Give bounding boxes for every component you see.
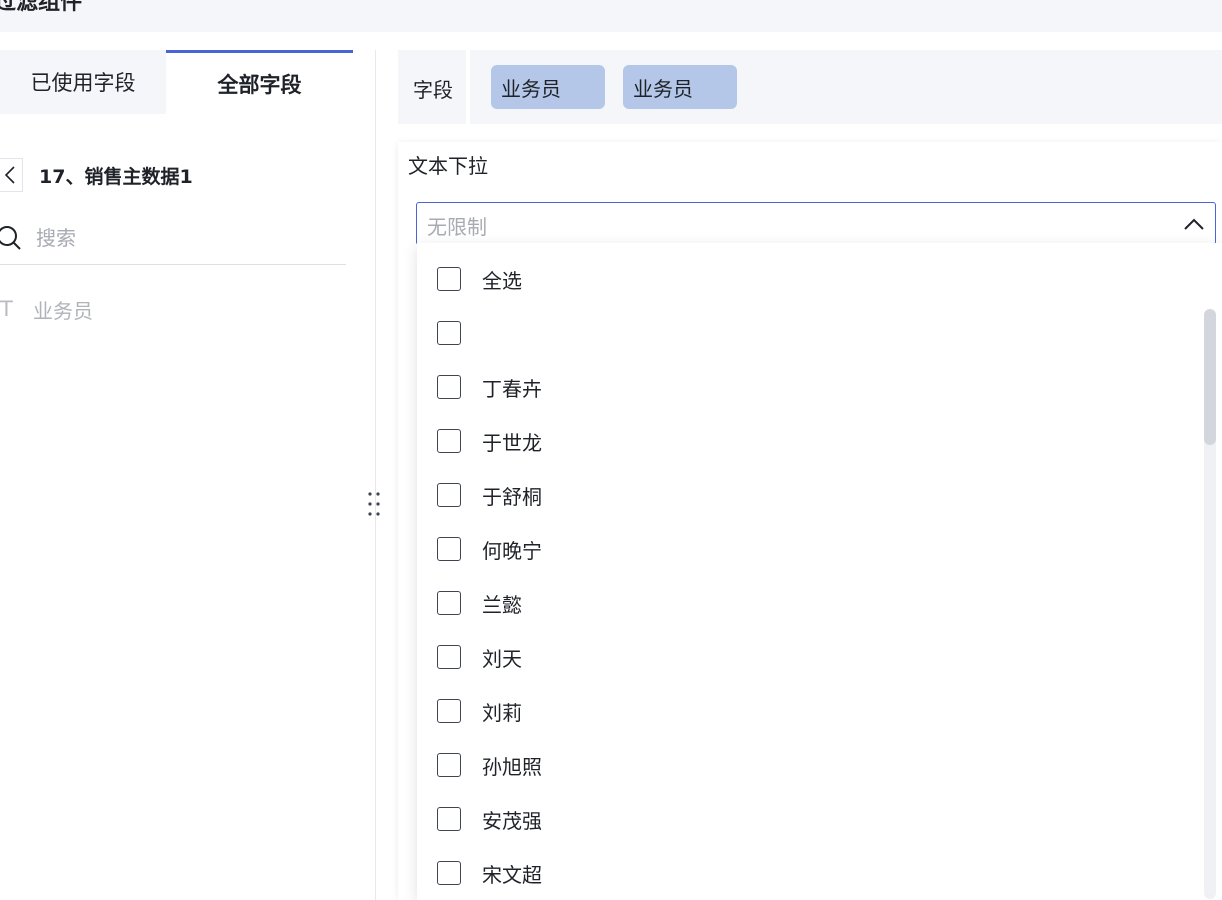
option-label: 何晚宁 bbox=[482, 538, 542, 563]
checkbox[interactable] bbox=[437, 537, 461, 561]
option-label: 安茂强 bbox=[482, 808, 542, 833]
search-input[interactable] bbox=[34, 220, 338, 256]
fields-bar: 字段 业务员 业务员 bbox=[398, 50, 1222, 124]
checkbox[interactable] bbox=[437, 753, 461, 777]
field-chip[interactable]: 业务员 bbox=[623, 65, 737, 109]
select-value: 无限制 bbox=[427, 215, 487, 239]
dropdown-option[interactable]: 何晚宁 bbox=[437, 531, 542, 567]
option-label: 于舒桐 bbox=[482, 484, 542, 509]
checkbox[interactable] bbox=[437, 483, 461, 507]
dropdown-option[interactable]: 于世龙 bbox=[437, 423, 542, 459]
field-panel: 已使用字段 全部字段 17、销售主数据1 T 业务员 bbox=[0, 50, 376, 900]
text-dropdown-select[interactable]: 无限制 bbox=[416, 202, 1216, 245]
tab-used-fields[interactable]: 已使用字段 bbox=[0, 50, 166, 114]
fields-label: 字段 bbox=[413, 78, 453, 102]
fields-label-cell: 字段 bbox=[398, 50, 470, 124]
checkbox[interactable] bbox=[437, 591, 461, 615]
top-bar: 过滤组件 bbox=[0, 0, 1222, 32]
option-label: 刘天 bbox=[482, 646, 522, 671]
option-label: 宋文超 bbox=[482, 862, 542, 887]
checkbox[interactable] bbox=[437, 375, 461, 399]
checkbox[interactable] bbox=[437, 267, 461, 291]
dropdown-option[interactable]: 兰懿 bbox=[437, 585, 522, 621]
checkbox[interactable] bbox=[437, 645, 461, 669]
search-icon bbox=[0, 226, 21, 250]
option-select-all[interactable]: 全选 bbox=[437, 261, 522, 297]
option-label: 丁春卉 bbox=[482, 376, 542, 401]
checkbox[interactable] bbox=[437, 429, 461, 453]
chevron-up-icon bbox=[1184, 218, 1204, 230]
tab-all-fields[interactable]: 全部字段 bbox=[166, 50, 353, 114]
field-item-salesperson[interactable]: T 业务员 bbox=[0, 291, 93, 327]
dataset-name: 17、销售主数据1 bbox=[39, 166, 193, 188]
dropdown-option[interactable]: 安茂强 bbox=[437, 801, 542, 837]
option-label: 全选 bbox=[482, 268, 522, 293]
scrollbar-thumb[interactable] bbox=[1204, 309, 1216, 445]
field-label: 业务员 bbox=[33, 298, 93, 323]
field-chip[interactable]: 业务员 bbox=[491, 65, 605, 109]
text-field-icon: T bbox=[0, 297, 13, 321]
option-label: 刘莉 bbox=[482, 700, 522, 725]
checkbox[interactable] bbox=[437, 699, 461, 723]
option-label: 孙旭照 bbox=[482, 754, 542, 779]
scrollbar[interactable] bbox=[1204, 309, 1216, 899]
option-empty[interactable] bbox=[437, 315, 482, 351]
dropdown-option[interactable]: 刘莉 bbox=[437, 693, 522, 729]
drag-handle-icon[interactable] bbox=[364, 490, 386, 520]
checkbox[interactable] bbox=[437, 807, 461, 831]
dropdown-option[interactable]: 丁春卉 bbox=[437, 369, 542, 405]
dropdown-option[interactable]: 孙旭照 bbox=[437, 747, 542, 783]
option-label: 于世龙 bbox=[482, 430, 542, 455]
dropdown-option[interactable]: 宋文超 bbox=[437, 855, 542, 891]
dataset-header: 17、销售主数据1 bbox=[0, 158, 350, 196]
field-tabs: 已使用字段 全部字段 bbox=[0, 50, 353, 114]
back-chevron-icon bbox=[4, 166, 15, 184]
checkbox[interactable] bbox=[437, 861, 461, 885]
section-title: 文本下拉 bbox=[408, 154, 488, 178]
option-label: 兰懿 bbox=[482, 592, 522, 617]
page-title: 过滤组件 bbox=[0, 0, 83, 15]
dropdown-option[interactable]: 刘天 bbox=[437, 639, 522, 675]
field-search bbox=[0, 216, 346, 265]
dropdown-menu: 全选 丁春卉 于世龙 于舒桐 何晚宁 兰懿 刘天 刘莉 孙旭照 安茂强 宋文超 bbox=[417, 243, 1222, 900]
dropdown-option[interactable]: 于舒桐 bbox=[437, 477, 542, 513]
checkbox[interactable] bbox=[437, 321, 461, 345]
back-button[interactable] bbox=[0, 158, 23, 192]
